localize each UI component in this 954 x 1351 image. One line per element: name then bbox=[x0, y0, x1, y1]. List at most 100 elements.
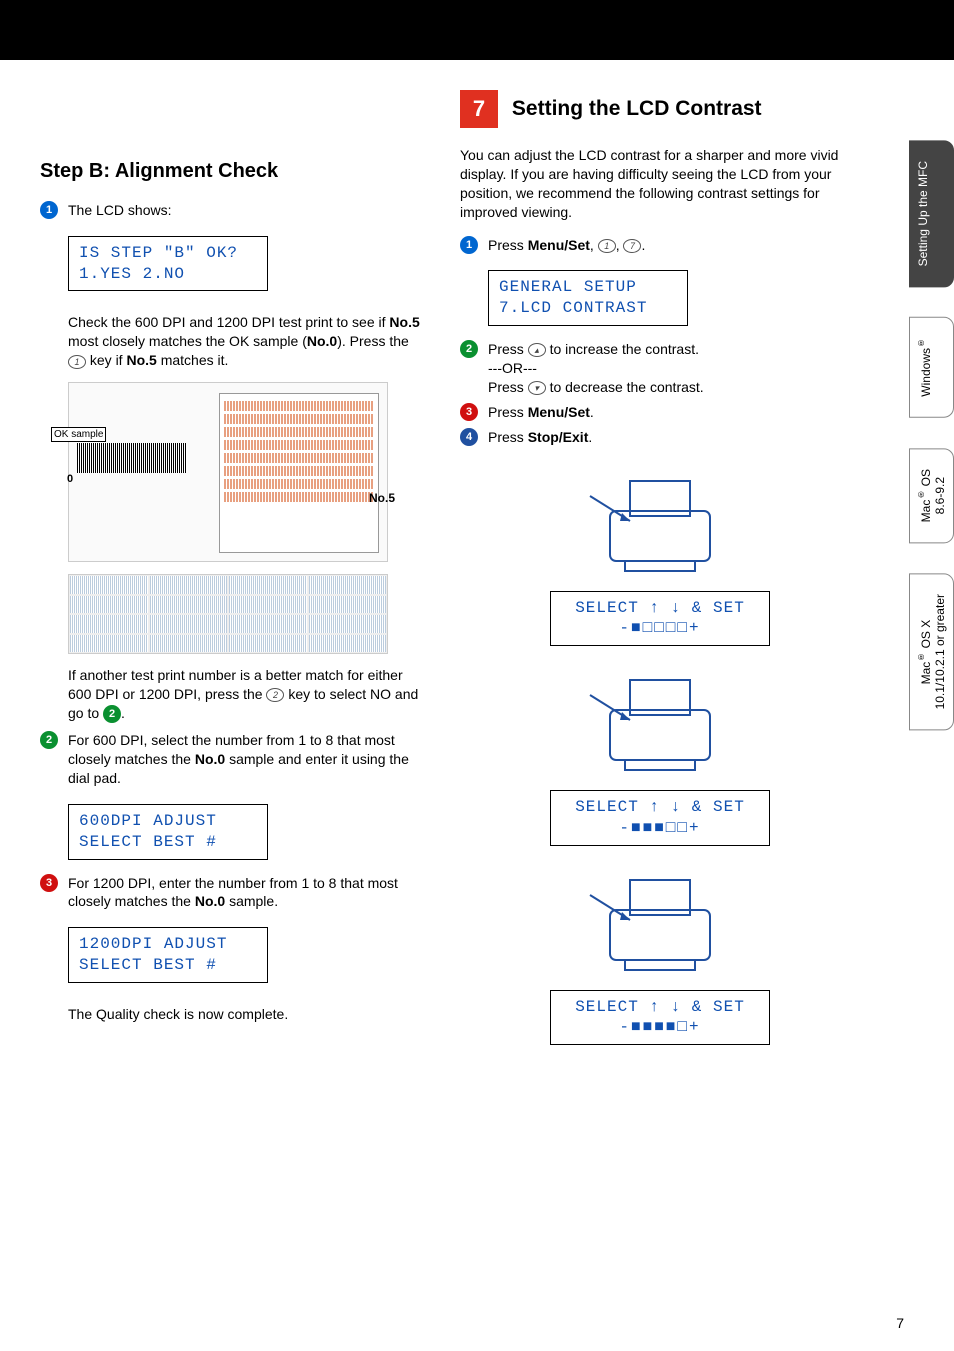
key-1-icon: 1 bbox=[598, 239, 616, 253]
lcd-select-3: SELECT ↑ ↓ & SET -■■■■□+ bbox=[550, 990, 770, 1046]
r-step4-text: Press Stop/Exit. bbox=[488, 428, 860, 447]
t: to increase the contrast. bbox=[546, 341, 699, 357]
ok-sample-label: OK sample bbox=[51, 427, 106, 442]
right-step-1: 1 Press Menu/Set, 1, 7. bbox=[460, 236, 860, 255]
lcd-line: SELECT BEST # bbox=[79, 832, 257, 853]
bullet-2-icon: 2 bbox=[460, 340, 478, 358]
step-b-title: Step B: Alignment Check bbox=[40, 160, 420, 183]
right-step-4: 4 Press Stop/Exit. bbox=[460, 428, 860, 447]
check-sheet-icon bbox=[219, 393, 379, 553]
step1-para: Check the 600 DPI and 1200 DPI test prin… bbox=[68, 313, 420, 370]
bullet-1-icon: 1 bbox=[460, 236, 478, 254]
lcd-select-2: SELECT ↑ ↓ & SET -■■■□□+ bbox=[550, 790, 770, 846]
contrast-bar-1: -■□□□□+ bbox=[561, 618, 759, 639]
bullet-2-ref-icon: 2 bbox=[103, 705, 121, 723]
alignment-strips-figure bbox=[68, 574, 388, 654]
lcd-line: SELECT ↑ ↓ & SET bbox=[561, 797, 759, 818]
right-step-2: 2 Press ▴ to increase the contrast. ---O… bbox=[460, 340, 860, 397]
tab-setting-up[interactable]: Setting Up the MFC bbox=[909, 140, 954, 287]
key-2-icon: 2 bbox=[266, 688, 284, 702]
r-step2-text: Press ▴ to increase the contrast. ---OR-… bbox=[488, 340, 860, 397]
t: ). Press the bbox=[337, 333, 409, 349]
zero-label: 0 bbox=[67, 473, 73, 485]
left-step-2: 2 For 600 DPI, select the number from 1 … bbox=[40, 731, 420, 788]
side-tabs: Setting Up the MFC Windows® Mac® OS8.6-9… bbox=[909, 140, 954, 731]
right-step-3: 3 Press Menu/Set. bbox=[460, 403, 860, 422]
t: No.0 bbox=[195, 751, 225, 767]
t: Press bbox=[488, 404, 528, 420]
step3-text: For 1200 DPI, enter the number from 1 to… bbox=[68, 874, 420, 912]
lcd-line: GENERAL SETUP bbox=[499, 277, 677, 298]
contrast-bar-3: -■■■■□+ bbox=[561, 1017, 759, 1038]
t: Press bbox=[488, 379, 528, 395]
key-7-icon: 7 bbox=[623, 239, 641, 253]
bullet-1-icon: 1 bbox=[40, 201, 58, 219]
tab-mac-osx[interactable]: Mac® OS X10.1/10.2.1 or greater bbox=[909, 573, 954, 730]
t: , bbox=[590, 237, 598, 253]
top-black-bar bbox=[0, 0, 954, 60]
no5-label: No.5 bbox=[369, 491, 395, 505]
lcd-line: SELECT ↑ ↓ & SET bbox=[561, 997, 759, 1018]
contrast-bar-2: -■■■□□+ bbox=[561, 818, 759, 839]
t: Press bbox=[488, 237, 528, 253]
section-7-header: 7 Setting the LCD Contrast bbox=[460, 90, 860, 128]
section-7-title: Setting the LCD Contrast bbox=[512, 97, 762, 121]
t: most closely matches the OK sample ( bbox=[68, 333, 307, 349]
lcd-line: 7.LCD CONTRAST bbox=[499, 298, 677, 319]
bullet-3-icon: 3 bbox=[460, 403, 478, 421]
lcd-1200dpi: 1200DPI ADJUST SELECT BEST # bbox=[68, 927, 268, 983]
left-column: Step B: Alignment Check 1 The LCD shows:… bbox=[40, 60, 440, 1059]
t: ---OR--- bbox=[488, 360, 537, 376]
t: to decrease the contrast. bbox=[546, 379, 704, 395]
t: Press bbox=[488, 341, 528, 357]
t: No.0 bbox=[195, 893, 225, 909]
lcd-step-b-ok: IS STEP "B" OK? 1.YES 2.NO bbox=[68, 236, 268, 292]
t: . bbox=[588, 429, 592, 445]
left-step-3: 3 For 1200 DPI, enter the number from 1 … bbox=[40, 874, 420, 912]
lcd-line: 1.YES 2.NO bbox=[79, 264, 257, 285]
page-number: 7 bbox=[896, 1315, 904, 1331]
t: Check the 600 DPI and 1200 DPI test prin… bbox=[68, 314, 389, 330]
step1-para2: If another test print number is a better… bbox=[68, 666, 420, 723]
t: . bbox=[121, 705, 125, 721]
t: Press bbox=[488, 429, 528, 445]
t: Menu/Set bbox=[528, 237, 590, 253]
lcd-line: 1200DPI ADJUST bbox=[79, 934, 257, 955]
right-column: 7 Setting the LCD Contrast You can adjus… bbox=[460, 60, 860, 1059]
lcd-select-1: SELECT ↑ ↓ & SET -■□□□□+ bbox=[550, 591, 770, 647]
printer-illustration-icon bbox=[580, 461, 740, 581]
t: No.5 bbox=[126, 352, 156, 368]
step1-text: The LCD shows: bbox=[68, 201, 420, 220]
key-1-icon: 1 bbox=[68, 355, 86, 369]
page-content: Step B: Alignment Check 1 The LCD shows:… bbox=[0, 60, 954, 1059]
barcode-icon bbox=[77, 443, 187, 473]
t: . bbox=[590, 404, 594, 420]
r-step3-text: Press Menu/Set. bbox=[488, 403, 860, 422]
t: matches it. bbox=[157, 352, 229, 368]
step2-text: For 600 DPI, select the number from 1 to… bbox=[68, 731, 420, 788]
lcd-line: SELECT BEST # bbox=[79, 955, 257, 976]
lcd-600dpi: 600DPI ADJUST SELECT BEST # bbox=[68, 804, 268, 860]
lcd-line: SELECT ↑ ↓ & SET bbox=[561, 598, 759, 619]
lcd-line: IS STEP "B" OK? bbox=[79, 243, 257, 264]
lcd-general-setup: GENERAL SETUP 7.LCD CONTRAST bbox=[488, 270, 688, 326]
quality-complete: The Quality check is now complete. bbox=[68, 1005, 420, 1024]
t: . bbox=[641, 237, 645, 253]
r-step1-text: Press Menu/Set, 1, 7. bbox=[488, 236, 860, 255]
down-key-icon: ▾ bbox=[528, 381, 546, 395]
printer-illustration-icon bbox=[580, 860, 740, 980]
t: No.5 bbox=[389, 314, 419, 330]
left-step-1: 1 The LCD shows: bbox=[40, 201, 420, 220]
t: , bbox=[616, 237, 624, 253]
up-key-icon: ▴ bbox=[528, 343, 546, 357]
printer-illustration-icon bbox=[580, 660, 740, 780]
lcd-line: 600DPI ADJUST bbox=[79, 811, 257, 832]
bullet-2-icon: 2 bbox=[40, 731, 58, 749]
bullet-4-icon: 4 bbox=[460, 428, 478, 446]
tab-mac-classic[interactable]: Mac® OS8.6-9.2 bbox=[909, 448, 954, 543]
t: sample. bbox=[225, 893, 278, 909]
print-quality-figure: OK sample 0 No.5 bbox=[68, 382, 388, 562]
tab-windows[interactable]: Windows® bbox=[909, 317, 954, 418]
t: Menu/Set bbox=[528, 404, 590, 420]
bullet-3-icon: 3 bbox=[40, 874, 58, 892]
